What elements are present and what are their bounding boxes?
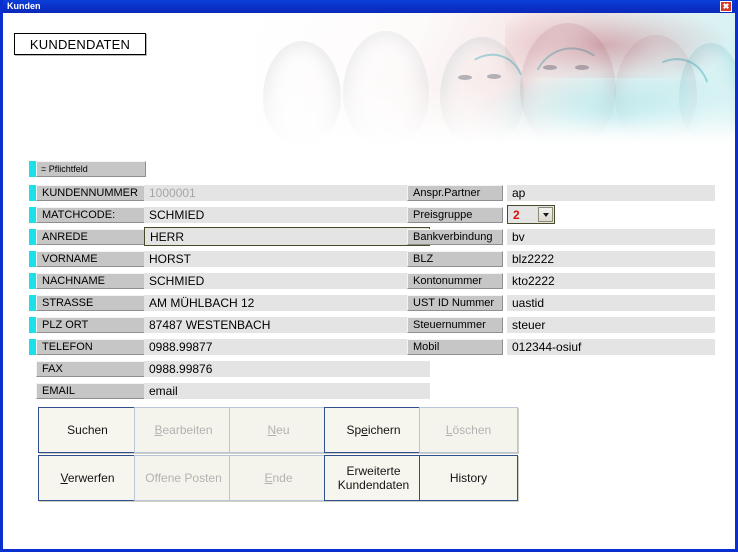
offene-posten-button[interactable]: Offene Posten — [134, 455, 233, 501]
required-marker-icon — [29, 251, 36, 267]
bankverbindung-input[interactable]: bv — [507, 229, 715, 245]
required-marker-icon — [29, 339, 36, 355]
required-marker-icon — [29, 317, 36, 333]
mobil-input[interactable]: 012344-osiuf — [507, 339, 715, 355]
required-legend-label: = Pflichtfeld — [36, 161, 146, 177]
button-label: Ende — [264, 471, 293, 485]
preisgruppe-select[interactable]: 2 — [507, 205, 555, 224]
blz-input[interactable]: blz2222 — [507, 251, 715, 267]
required-marker-icon — [29, 161, 36, 177]
button-label: Offene Posten — [145, 471, 222, 485]
field-label: Steuernummer — [407, 317, 503, 333]
button-label: Speichern — [346, 423, 401, 437]
ust-id-nummer-input[interactable]: uastid — [507, 295, 715, 311]
field-label: BLZ — [407, 251, 503, 267]
field-label: UST ID Nummer — [407, 295, 503, 311]
button-label: Verwerfen — [60, 471, 115, 485]
plz-ort-input[interactable]: 87487 WESTENBACH — [144, 317, 430, 333]
required-marker-icon — [29, 207, 36, 223]
field-label: Bankverbindung — [407, 229, 503, 245]
button-label: Erweiterte Kundendaten — [337, 464, 410, 492]
telefon-input[interactable]: 0988.99877 — [144, 339, 430, 355]
required-marker-icon — [29, 229, 36, 245]
speichern-button[interactable]: Speichern — [324, 407, 423, 453]
button-label: Bearbeiten — [154, 423, 213, 437]
window-client-area: KUNDENDATEN = Pflichtfeld KUNDENNUMMER 1… — [3, 13, 735, 549]
button-label: History — [449, 471, 488, 485]
suchen-button[interactable]: Suchen — [38, 407, 137, 453]
ende-button[interactable]: Ende — [229, 455, 328, 501]
erweiterte-kundendaten-button[interactable]: Erweiterte Kundendaten — [324, 455, 423, 501]
required-marker-icon — [29, 185, 36, 201]
chevron-down-icon[interactable] — [538, 207, 553, 222]
email-input[interactable]: email — [144, 383, 430, 399]
bearbeiten-button[interactable]: Bearbeiten — [134, 407, 233, 453]
anrede-select[interactable]: HERR — [144, 227, 430, 246]
window-title: Kunden — [7, 1, 41, 11]
verwerfen-button[interactable]: Verwerfen — [38, 455, 137, 501]
fax-input[interactable]: 0988.99876 — [144, 361, 430, 377]
window-titlebar: Kunden ✖ — [3, 0, 735, 13]
button-label: Löschen — [445, 423, 492, 437]
anrede-selected-value: HERR — [150, 229, 185, 244]
field-label: Kontonummer — [407, 273, 503, 289]
matchcode-input[interactable]: SCHMIED — [144, 207, 430, 223]
history-button[interactable]: History — [419, 455, 518, 501]
kontonummer-input[interactable]: kto2222 — [507, 273, 715, 289]
field-label: Mobil — [407, 339, 503, 355]
required-marker-icon — [29, 295, 36, 311]
button-label: Neu — [267, 423, 290, 437]
kundennummer-input: 1000001 — [144, 185, 430, 201]
field-label: Preisgruppe — [407, 207, 503, 223]
required-marker-icon — [29, 273, 36, 289]
field-label: Anspr.Partner — [407, 185, 503, 201]
vorname-input[interactable]: HORST — [144, 251, 430, 267]
close-icon[interactable]: ✖ — [720, 1, 732, 12]
ansprechpartner-input[interactable]: ap — [507, 185, 715, 201]
customer-form: = Pflichtfeld KUNDENNUMMER 1000001 MATCH… — [3, 13, 735, 549]
steuernummer-input[interactable]: steuer — [507, 317, 715, 333]
loeschen-button[interactable]: Löschen — [419, 407, 518, 453]
strasse-input[interactable]: AM MÜHLBACH 12 — [144, 295, 430, 311]
nachname-input[interactable]: SCHMIED — [144, 273, 430, 289]
preisgruppe-selected-value: 2 — [513, 207, 520, 222]
kunden-window: Kunden ✖ KUNDENDATEN = Pflichtfeld KUNDE… — [0, 0, 738, 552]
neu-button[interactable]: Neu — [229, 407, 328, 453]
button-label: Suchen — [67, 423, 108, 437]
